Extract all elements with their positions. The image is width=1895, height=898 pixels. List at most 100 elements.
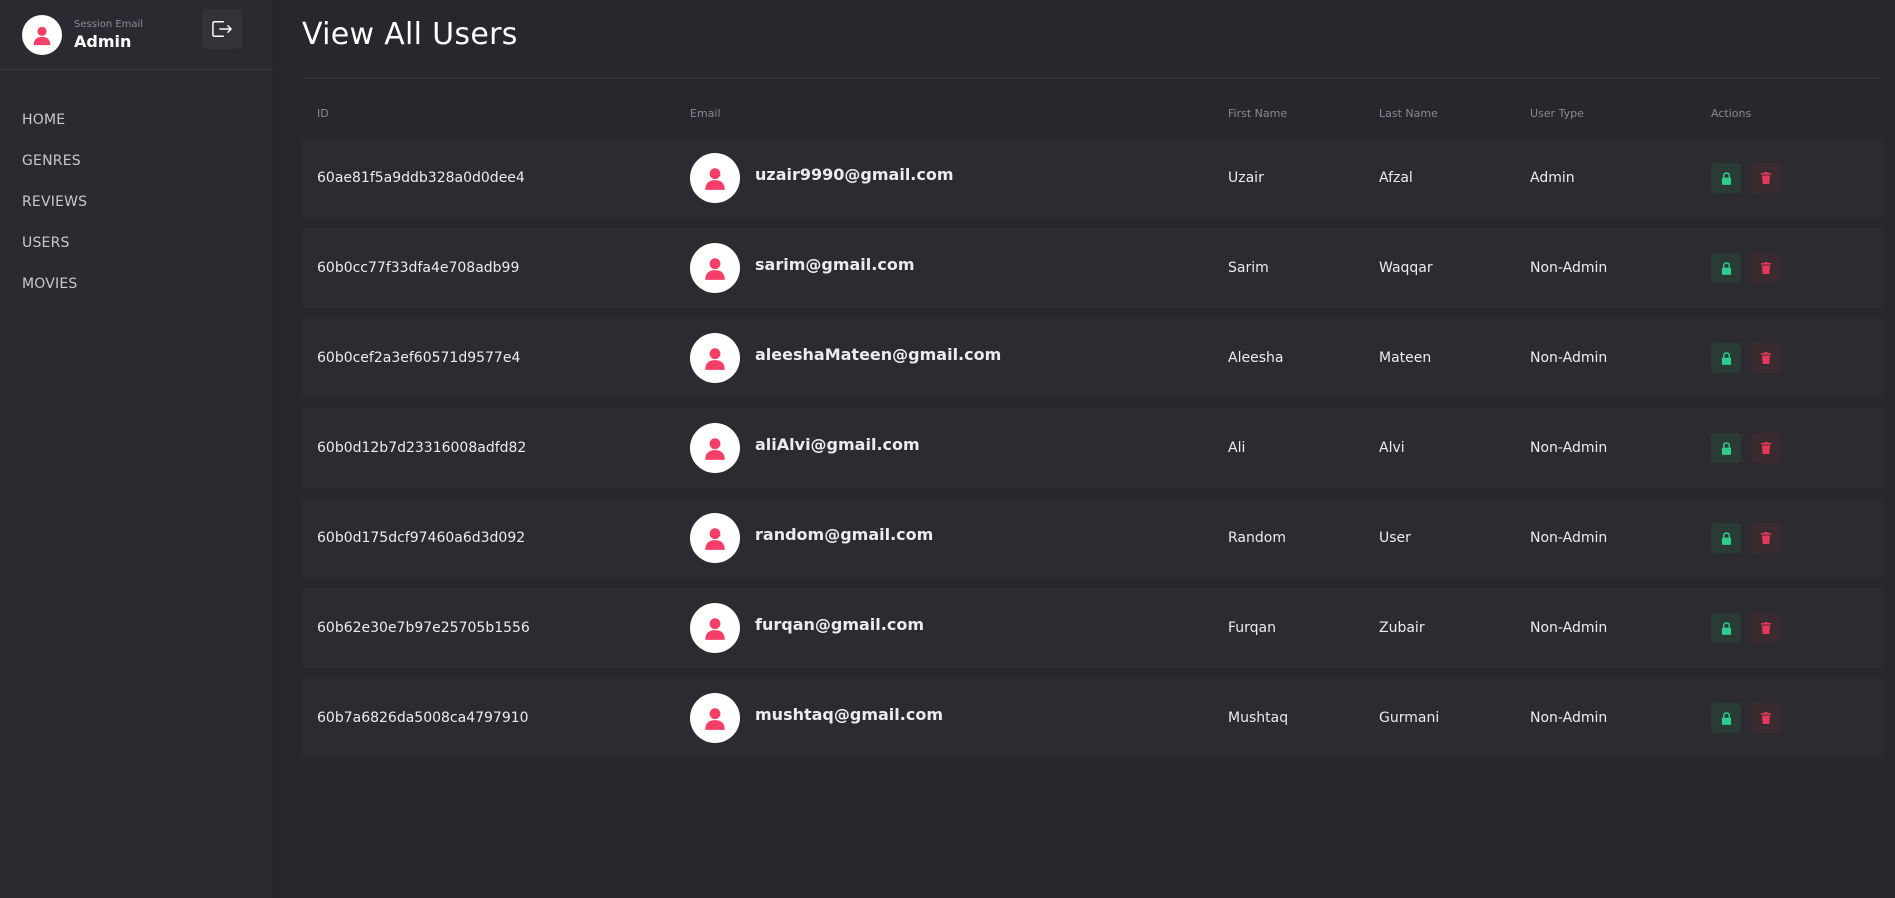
user-email-cell: random@gmail.com: [690, 513, 1228, 563]
user-type: Non-Admin: [1530, 350, 1608, 366]
user-email-cell: uzair9990@gmail.com: [690, 153, 1228, 203]
nav-item-genres[interactable]: GENRES: [0, 141, 273, 182]
user-last-name: Mateen: [1379, 350, 1432, 366]
header-id: ID: [317, 106, 329, 120]
user-first-name: Ali: [1228, 440, 1246, 456]
user-type: Non-Admin: [1530, 530, 1608, 546]
trash-icon: [1761, 352, 1771, 364]
user-email: uzair9990@gmail.com: [755, 164, 954, 184]
delete-button[interactable]: [1751, 343, 1781, 373]
user-email: furqan@gmail.com: [755, 614, 924, 634]
user-email-cell: aliAlvi@gmail.com: [690, 423, 1228, 473]
user-email: aleeshaMateen@gmail.com: [755, 344, 1002, 364]
lock-button[interactable]: [1711, 703, 1741, 733]
user-last-name: Zubair: [1379, 620, 1425, 636]
user-last-name: Gurmani: [1379, 710, 1440, 726]
user-type: Non-Admin: [1530, 710, 1608, 726]
user-id: 60b0d175dcf97460a6d3d092: [317, 530, 526, 546]
user-icon: [705, 438, 725, 460]
row-actions: [1711, 163, 1883, 193]
lock-button[interactable]: [1711, 523, 1741, 553]
user-type: Non-Admin: [1530, 260, 1608, 276]
user-id: 60ae81f5a9ddb328a0d0dee4: [317, 170, 525, 186]
user-avatar: [690, 243, 740, 293]
delete-button[interactable]: [1751, 253, 1781, 283]
delete-button[interactable]: [1751, 163, 1781, 193]
user-first-name: Uzair: [1228, 170, 1264, 186]
main-content: View All Users ID Email First Name Last …: [302, 0, 1883, 758]
header-actions: Actions: [1711, 106, 1752, 120]
user-first-name: Aleesha: [1228, 350, 1284, 366]
session-label: Session Email: [74, 18, 144, 30]
page-title: View All Users: [302, 17, 518, 52]
lock-icon: [1721, 351, 1731, 365]
user-id: 60b0cc77f33dfa4e708adb99: [317, 260, 520, 276]
user-email: sarim@gmail.com: [755, 254, 915, 274]
lock-icon: [1721, 171, 1731, 185]
table-row: 60b0cc77f33dfa4e708adb99 sarim@gmail.com…: [302, 228, 1883, 308]
user-icon: [705, 168, 725, 190]
row-actions: [1711, 253, 1883, 283]
title-divider: [302, 78, 1883, 79]
lock-icon: [1721, 261, 1731, 275]
session-header: Session Email Admin: [0, 0, 273, 70]
logout-button[interactable]: [202, 9, 242, 49]
header-last-name: Last Name: [1379, 106, 1438, 120]
user-last-name: Afzal: [1379, 170, 1413, 186]
lock-icon: [1721, 531, 1731, 545]
user-avatar: [690, 153, 740, 203]
header-email: Email: [690, 106, 721, 120]
session-info: Session Email Admin: [74, 19, 143, 51]
user-email: aliAlvi@gmail.com: [755, 434, 920, 454]
logout-icon: [212, 21, 233, 37]
user-icon: [33, 26, 51, 45]
user-id: 60b0d12b7d23316008adfd82: [317, 440, 527, 456]
delete-button[interactable]: [1751, 613, 1781, 643]
user-icon: [705, 348, 725, 370]
user-id: 60b7a6826da5008ca4797910: [317, 710, 529, 726]
row-actions: [1711, 523, 1883, 553]
trash-icon: [1761, 442, 1771, 454]
nav-item-movies[interactable]: MOVIES: [0, 264, 273, 305]
user-avatar: [690, 513, 740, 563]
header-first-name: First Name: [1228, 106, 1288, 120]
lock-icon: [1721, 711, 1731, 725]
users-table: ID Email First Name Last Name User Type …: [302, 103, 1883, 758]
row-actions: [1711, 343, 1883, 373]
session-name: Admin: [74, 31, 132, 51]
lock-button[interactable]: [1711, 253, 1741, 283]
user-avatar: [690, 603, 740, 653]
table-row: 60b7a6826da5008ca4797910 mushtaq@gmail.c…: [302, 678, 1883, 758]
nav-item-users[interactable]: USERS: [0, 223, 273, 264]
user-email: mushtaq@gmail.com: [755, 704, 943, 724]
lock-button[interactable]: [1711, 163, 1741, 193]
delete-button[interactable]: [1751, 703, 1781, 733]
nav-item-home[interactable]: HOME: [0, 100, 273, 141]
trash-icon: [1761, 262, 1771, 274]
user-first-name: Sarim: [1228, 260, 1269, 276]
table-row: 60b0cef2a3ef60571d9577e4 aleeshaMateen@g…: [302, 318, 1883, 398]
lock-button[interactable]: [1711, 613, 1741, 643]
session-avatar: [22, 14, 62, 55]
user-email-cell: aleeshaMateen@gmail.com: [690, 333, 1228, 383]
lock-button[interactable]: [1711, 343, 1741, 373]
user-icon: [705, 258, 725, 280]
user-last-name: User: [1379, 530, 1411, 546]
trash-icon: [1761, 172, 1771, 184]
user-email-cell: mushtaq@gmail.com: [690, 693, 1228, 743]
user-email: random@gmail.com: [755, 524, 934, 544]
delete-button[interactable]: [1751, 523, 1781, 553]
user-first-name: Furqan: [1228, 620, 1277, 636]
table-header: ID Email First Name Last Name User Type …: [302, 103, 1883, 123]
sidebar: Session Email Admin HOME GENRES REVIEWS …: [0, 0, 274, 898]
user-icon: [705, 708, 725, 730]
user-icon: [705, 618, 725, 640]
lock-icon: [1721, 441, 1731, 455]
trash-icon: [1761, 712, 1771, 724]
row-actions: [1711, 613, 1883, 643]
lock-button[interactable]: [1711, 433, 1741, 463]
nav-item-reviews[interactable]: REVIEWS: [0, 182, 273, 223]
delete-button[interactable]: [1751, 433, 1781, 463]
user-last-name: Waqqar: [1379, 260, 1433, 276]
user-id: 60b62e30e7b97e25705b1556: [317, 620, 530, 636]
